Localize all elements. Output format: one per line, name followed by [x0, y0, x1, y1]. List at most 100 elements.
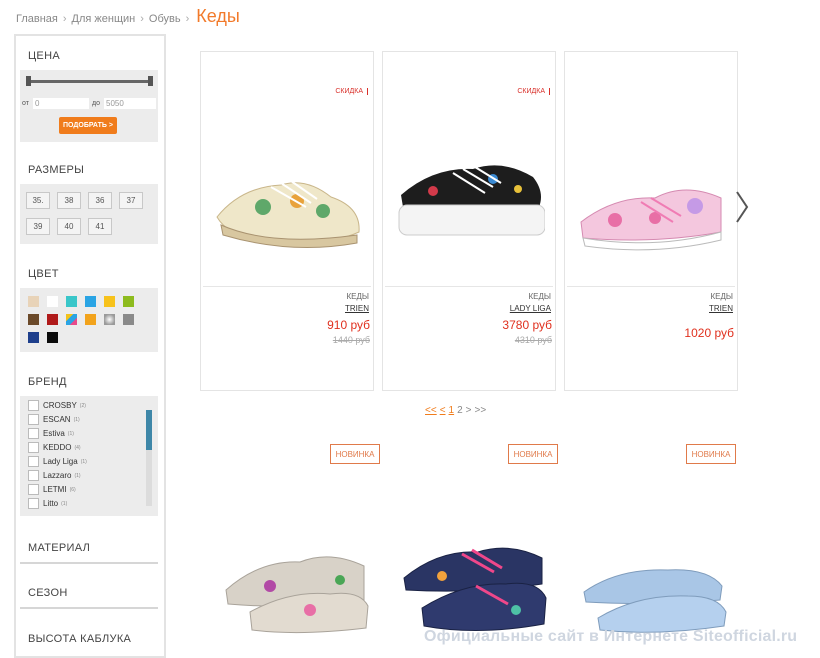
color-swatch-silver[interactable]	[104, 314, 115, 325]
product-price: 910 руб	[327, 318, 370, 332]
product-card[interactable]: КЕДЫ TRIEN 1020 руб	[564, 51, 738, 391]
color-filter-title[interactable]: ЦВЕТ	[28, 268, 59, 280]
brand-option[interactable]: Litto (1)	[28, 498, 67, 509]
color-swatch-brown[interactable]	[28, 314, 39, 325]
product-image-black-platform-sneaker[interactable]	[393, 147, 545, 262]
brand-option[interactable]: Estiva (1)	[28, 428, 74, 439]
breadcrumb: Главная › Для женщин › Обувь › Кеды	[16, 6, 240, 27]
brand-option[interactable]: Lazzaro (1)	[28, 470, 81, 481]
color-filter	[20, 288, 158, 352]
product-brand-link[interactable]: LADY LIGA	[510, 304, 551, 313]
size-option[interactable]: 37	[119, 192, 143, 209]
breadcrumb-women[interactable]: Для женщин	[72, 13, 136, 25]
checkbox[interactable]	[28, 484, 39, 495]
brand-scrollbar-thumb[interactable]	[146, 410, 152, 450]
color-swatch-navy[interactable]	[28, 332, 39, 343]
filter-sidebar: ЦЕНА от до ПОДОБРАТЬ > РАЗМЕРЫ 35. 38 36…	[14, 34, 166, 658]
color-swatch-white[interactable]	[47, 296, 58, 307]
checkbox[interactable]	[28, 442, 39, 453]
pagination: << < 1 2 > >>	[425, 405, 486, 416]
color-swatch-beige[interactable]	[28, 296, 39, 307]
color-swatch-gray[interactable]	[123, 314, 134, 325]
product-price: 1020 руб	[684, 326, 734, 340]
product-old-price: 1440 руб	[332, 335, 370, 345]
size-option[interactable]: 36	[88, 192, 112, 209]
brand-option[interactable]: LETMI (6)	[28, 484, 76, 495]
breadcrumb-separator: ›	[185, 13, 190, 25]
divider	[385, 286, 553, 287]
color-swatch-blue[interactable]	[85, 296, 96, 307]
price-from-input[interactable]	[33, 98, 89, 109]
page-title: Кеды	[196, 6, 240, 26]
checkbox[interactable]	[28, 400, 39, 411]
price-to-label: до	[92, 100, 100, 107]
breadcrumb-home[interactable]: Главная	[16, 13, 58, 25]
brand-filter: CROSBY (2) ESCAN (1) Estiva (1) KEDDO (4) La…	[20, 396, 158, 516]
checkbox[interactable]	[28, 414, 39, 425]
heel-height-filter-title[interactable]: ВЫСОТА КАБЛУКА	[28, 633, 131, 645]
pagination-last[interactable]: >>	[475, 405, 487, 416]
color-swatch-multicolor[interactable]	[66, 314, 77, 325]
apply-filter-button[interactable]: ПОДОБРАТЬ >	[59, 117, 117, 134]
price-from-label: от	[22, 100, 29, 107]
size-option[interactable]: 40	[57, 218, 81, 235]
product-image-navy-butterfly-sneakers[interactable]	[398, 540, 548, 640]
divider	[20, 607, 158, 609]
divider	[567, 286, 735, 287]
checkbox[interactable]	[28, 498, 39, 509]
product-card[interactable]: СКИДКА КЕДЫ LADY LIGA 3780 руб 4310 руб	[382, 51, 556, 391]
breadcrumb-separator: ›	[62, 13, 67, 25]
pagination-first[interactable]: <<	[425, 405, 437, 416]
color-swatch-orange[interactable]	[85, 314, 96, 325]
color-swatch-black[interactable]	[47, 332, 58, 343]
sale-badge: СКИДКА	[335, 88, 368, 95]
brand-filter-title[interactable]: БРЕНД	[28, 376, 67, 388]
brand-option[interactable]: ESCAN (1)	[28, 414, 80, 425]
brand-option[interactable]: Lady Liga (1)	[28, 456, 87, 467]
price-slider-min-handle[interactable]	[26, 76, 31, 86]
new-badge: НОВИНКА	[508, 444, 558, 464]
brand-option[interactable]: KEDDO (4)	[28, 442, 81, 453]
carousel-next-arrow-icon[interactable]	[735, 190, 749, 224]
product-brand-link[interactable]: TRIEN	[709, 304, 733, 313]
material-filter-title[interactable]: МАТЕРИАЛ	[28, 542, 90, 554]
checkbox[interactable]	[28, 470, 39, 481]
pagination-next[interactable]: >	[466, 405, 472, 416]
price-filter-title[interactable]: ЦЕНА	[28, 50, 60, 62]
product-image-floral-gray-sneakers[interactable]	[220, 540, 370, 640]
size-option[interactable]: 39	[26, 218, 50, 235]
checkbox[interactable]	[28, 456, 39, 467]
divider	[203, 286, 371, 287]
brand-option[interactable]: CROSBY (2)	[28, 400, 86, 411]
color-swatch-red[interactable]	[47, 314, 58, 325]
product-card[interactable]: СКИДКА КЕДЫ TRIEN 910 руб 1440 руб	[200, 51, 374, 391]
price-slider-max-handle[interactable]	[148, 76, 153, 86]
pagination-page-1[interactable]: 1	[449, 405, 455, 416]
product-category: КЕДЫ	[528, 292, 552, 301]
breadcrumb-shoes[interactable]: Обувь	[149, 13, 181, 25]
breadcrumb-separator: ›	[140, 13, 144, 25]
product-image-pink-floral-sneaker[interactable]	[575, 172, 727, 272]
product-brand-link[interactable]: TRIEN	[345, 304, 369, 313]
color-swatch-turquoise[interactable]	[66, 296, 77, 307]
color-swatch-green[interactable]	[123, 296, 134, 307]
price-slider-track[interactable]	[28, 80, 150, 83]
sale-badge: СКИДКА	[517, 88, 550, 95]
price-to-input[interactable]	[104, 98, 156, 109]
sizes-filter: 35. 38 36 37 39 40 41	[20, 184, 158, 244]
watermark: Официальные сайт в Интернете Siteofficia…	[424, 628, 798, 645]
product-category: КЕДЫ	[346, 292, 370, 301]
size-option[interactable]: 35.	[26, 192, 50, 209]
checkbox[interactable]	[28, 428, 39, 439]
sizes-filter-title[interactable]: РАЗМЕРЫ	[28, 164, 84, 176]
divider	[20, 562, 158, 564]
color-swatch-yellow[interactable]	[104, 296, 115, 307]
product-price: 3780 руб	[502, 318, 552, 332]
pagination-page-2[interactable]: 2	[457, 405, 463, 416]
pagination-prev[interactable]: <	[440, 405, 446, 416]
season-filter-title[interactable]: СЕЗОН	[28, 587, 68, 599]
product-image-floral-espadrille-sneaker[interactable]	[211, 147, 363, 262]
size-option[interactable]: 38	[57, 192, 81, 209]
new-badge: НОВИНКА	[330, 444, 380, 464]
size-option[interactable]: 41	[88, 218, 112, 235]
